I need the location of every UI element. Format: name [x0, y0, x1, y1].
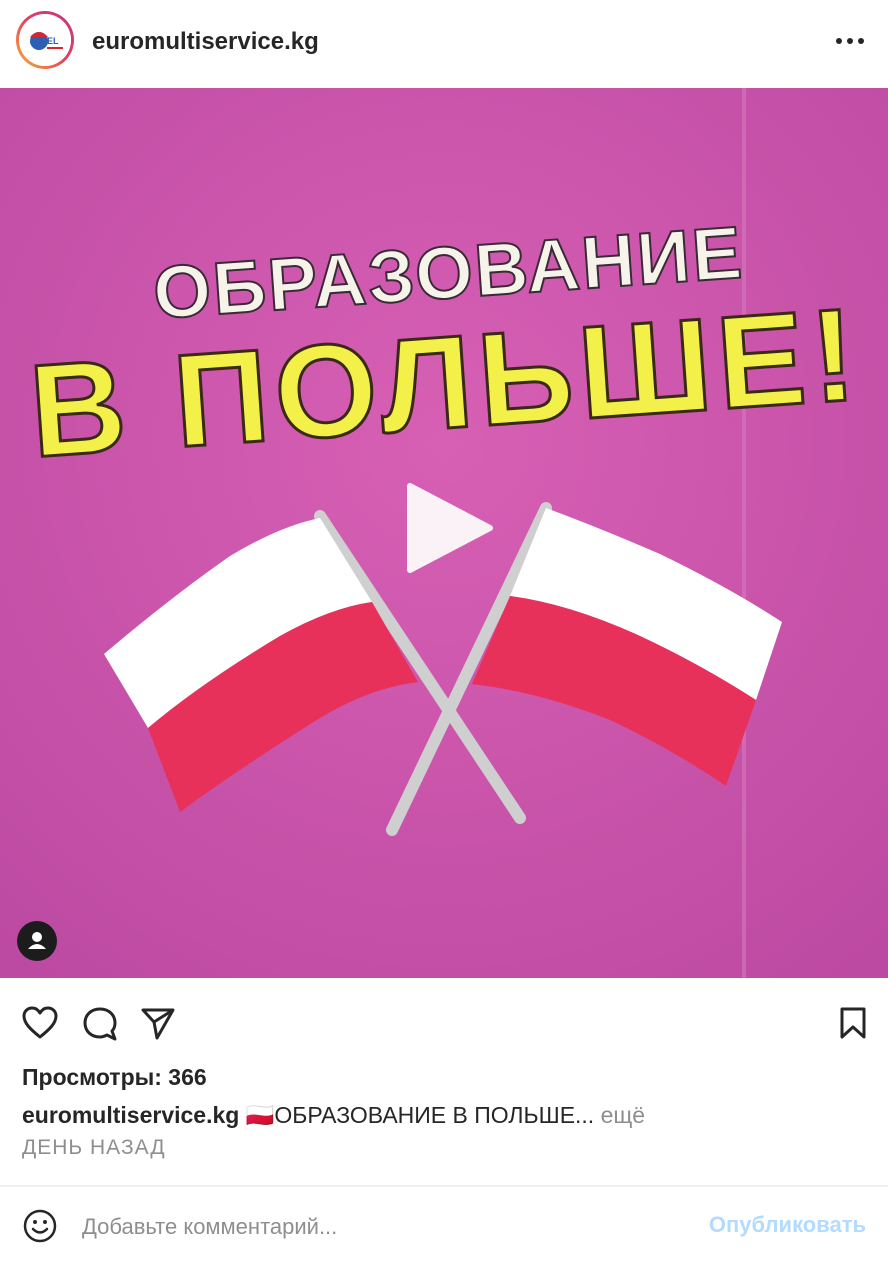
caption: euromultiservice.kg 🇵🇱ОБРАЗОВАНИЕ В ПОЛЬ… — [22, 1102, 645, 1129]
bookmark-icon — [840, 1007, 866, 1039]
caption-text: ОБРАЗОВАНИЕ В ПОЛЬШЕ... — [274, 1102, 595, 1128]
play-icon — [407, 483, 493, 573]
more-horizontal-icon — [836, 38, 864, 44]
like-button[interactable] — [22, 1006, 58, 1045]
avatar[interactable]: EL — [16, 11, 74, 69]
post-header: EL euromultiservice.kg — [0, 0, 888, 88]
tagged-users-button[interactable] — [17, 921, 57, 961]
smiley-icon — [23, 1209, 57, 1243]
publish-button[interactable]: Опубликовать — [709, 1212, 866, 1238]
euromultiservice-logo-icon: EL — [19, 14, 71, 66]
play-button[interactable] — [398, 478, 498, 578]
caption-username[interactable]: euromultiservice.kg — [22, 1102, 239, 1128]
comment-icon — [83, 1007, 117, 1041]
action-bar — [0, 988, 888, 1058]
send-icon — [141, 1008, 175, 1040]
heart-icon — [22, 1006, 58, 1039]
more-options-button[interactable] — [832, 26, 868, 56]
emoji-button[interactable] — [22, 1208, 58, 1244]
save-button[interactable] — [838, 1006, 868, 1045]
headline-line2: В ПОЛЬШЕ! — [25, 280, 866, 485]
post-video[interactable]: ОБРАЗОВАНИЕ В ПОЛЬШЕ! — [0, 88, 888, 978]
caption-more-link[interactable]: ещё — [601, 1102, 646, 1128]
caption-flag-emoji: 🇵🇱 — [245, 1102, 275, 1128]
divider — [0, 1185, 888, 1187]
views-count[interactable]: Просмотры: 366 — [22, 1064, 207, 1091]
header-username[interactable]: euromultiservice.kg — [92, 28, 319, 56]
share-button[interactable] — [140, 1006, 176, 1045]
comment-input[interactable] — [80, 1204, 644, 1250]
comment-button[interactable] — [82, 1006, 118, 1047]
svg-text:EL: EL — [47, 36, 59, 46]
user-icon — [28, 932, 46, 949]
post-timestamp[interactable]: ДЕНЬ НАЗАД — [22, 1136, 166, 1160]
